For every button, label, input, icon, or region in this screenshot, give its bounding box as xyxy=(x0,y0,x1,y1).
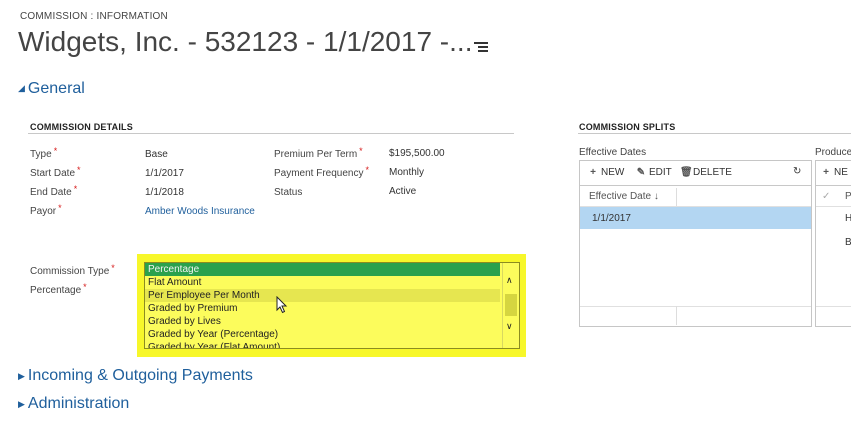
commission-type-listbox[interactable]: Percentage Flat Amount Per Employee Per … xyxy=(144,262,520,349)
pencil-icon: ✎ xyxy=(636,167,646,178)
delete-button[interactable]: 🗑DELETE xyxy=(680,167,732,178)
option-percentage[interactable]: Percentage xyxy=(145,263,500,276)
premium-value[interactable]: $195,500.00 xyxy=(389,148,445,159)
effective-date-cell: 1/1/2017 xyxy=(592,213,631,224)
section-general-label: General xyxy=(27,80,85,97)
start-date-label: Start Date * xyxy=(30,165,81,179)
expand-triangle-icon: ▶ xyxy=(18,399,25,409)
plus-icon: + xyxy=(590,167,596,178)
end-date-value[interactable]: 1/1/2018 xyxy=(145,187,184,198)
type-value[interactable]: Base xyxy=(145,149,168,160)
commission-type-label: Commission Type * xyxy=(30,263,115,277)
option-per-employee-per-month[interactable]: Per Employee Per Month xyxy=(145,289,500,302)
scrollbar-thumb[interactable] xyxy=(505,294,517,316)
collapse-triangle-icon: ◢ xyxy=(18,83,25,93)
new-button[interactable]: + NEW xyxy=(588,167,624,178)
section-administration-toggle[interactable]: ▶ Administration xyxy=(18,395,129,413)
section-general-toggle[interactable]: ◢ General xyxy=(18,80,85,98)
footer-column-divider xyxy=(676,306,677,325)
end-date-label: End Date * xyxy=(30,184,78,198)
type-label: Type * xyxy=(30,146,58,160)
option-graded-by-year-percentage[interactable]: Graded by Year (Percentage) xyxy=(145,328,500,341)
section-administration-label: Administration xyxy=(27,395,130,412)
producer-column-header[interactable]: P xyxy=(845,191,851,202)
column-divider xyxy=(676,188,677,206)
effective-dates-label: Effective Dates xyxy=(579,147,647,158)
payment-frequency-value[interactable]: Monthly xyxy=(389,167,424,178)
status-value[interactable]: Active xyxy=(389,186,416,197)
producers-label: Produce xyxy=(815,147,851,158)
producer-cell[interactable]: B xyxy=(845,237,851,248)
option-graded-by-year-flat-amount[interactable]: Graded by Year (Flat Amount) xyxy=(145,341,500,348)
more-commands-icon[interactable] xyxy=(474,42,488,54)
producers-new-button[interactable]: + NE xyxy=(821,167,848,178)
listbox-scrollbar[interactable]: ∧ ∨ xyxy=(502,263,519,348)
trash-icon: 🗑 xyxy=(680,167,693,178)
mouse-pointer-icon xyxy=(276,296,288,314)
producers-toolbar-divider xyxy=(816,185,851,186)
toolbar-divider xyxy=(580,185,811,186)
table-row[interactable]: 1/1/2017 xyxy=(580,207,811,229)
producer-cell[interactable]: H xyxy=(845,213,851,224)
option-graded-by-lives[interactable]: Graded by Lives xyxy=(145,315,500,328)
start-date-value[interactable]: 1/1/2017 xyxy=(145,168,184,179)
footer-divider xyxy=(580,306,811,307)
page-title: Widgets, Inc. - 532123 - 1/1/2017 -... xyxy=(18,26,473,57)
payor-link[interactable]: Amber Woods Insurance xyxy=(145,206,255,217)
commission-details-heading: COMMISSION DETAILS xyxy=(30,122,133,132)
section-incoming-toggle[interactable]: ▶ Incoming & Outgoing Payments xyxy=(18,367,253,385)
refresh-icon[interactable]: ↻ xyxy=(793,166,801,177)
commission-splits-heading: COMMISSION SPLITS xyxy=(579,122,676,132)
producers-grid: + NE ✓ P H B xyxy=(815,160,851,327)
premium-label: Premium Per Term * xyxy=(274,146,363,160)
payor-label: Payor * xyxy=(30,203,62,217)
option-flat-amount[interactable]: Flat Amount xyxy=(145,276,500,289)
effective-dates-grid: + NEW ✎ EDIT 🗑DELETE ↻ Effective Date ↓ 1/… xyxy=(579,160,812,327)
commission-splits-divider xyxy=(578,133,851,134)
section-incoming-label: Incoming & Outgoing Payments xyxy=(27,367,253,384)
commission-details-divider xyxy=(28,133,514,134)
plus-icon: + xyxy=(823,167,829,178)
option-graded-by-premium[interactable]: Graded by Premium xyxy=(145,302,500,315)
select-all-check-icon[interactable]: ✓ xyxy=(822,191,830,202)
scroll-down-chevron-icon[interactable]: ∨ xyxy=(506,321,513,332)
expand-triangle-icon: ▶ xyxy=(18,371,25,381)
edit-button[interactable]: ✎ EDIT xyxy=(636,167,672,178)
scroll-up-chevron-icon[interactable]: ∧ xyxy=(506,275,513,286)
percentage-label: Percentage * xyxy=(30,282,87,296)
payment-frequency-label: Payment Frequency * xyxy=(274,165,370,179)
effective-date-column-header[interactable]: Effective Date ↓ xyxy=(589,191,659,202)
producers-footer-divider xyxy=(816,306,851,307)
breadcrumb: COMMISSION : INFORMATION xyxy=(20,11,168,22)
sort-descending-icon: ↓ xyxy=(653,191,659,202)
status-label: Status xyxy=(274,187,303,198)
producers-header-divider xyxy=(816,206,851,207)
